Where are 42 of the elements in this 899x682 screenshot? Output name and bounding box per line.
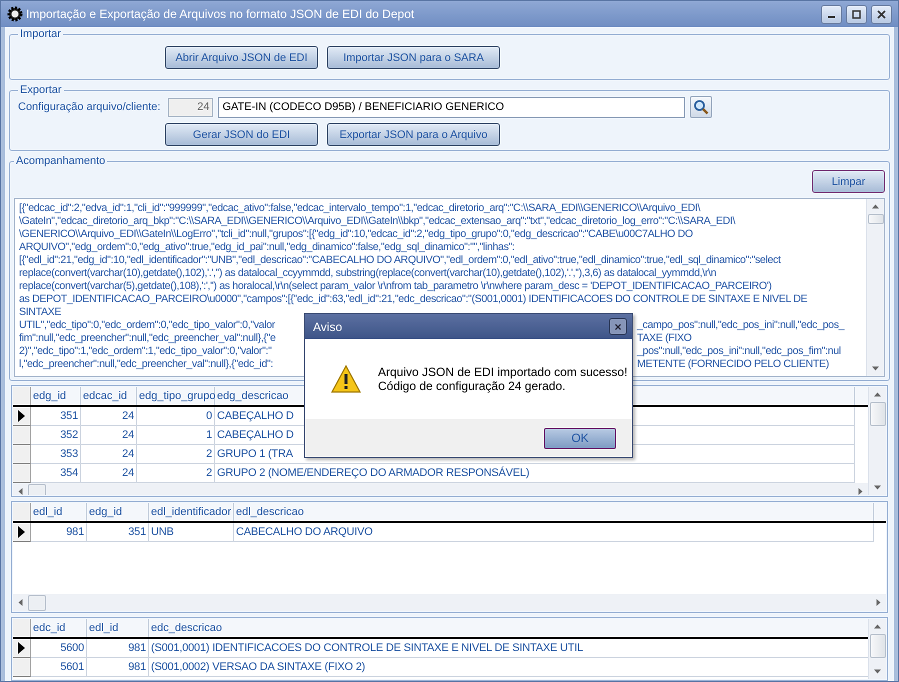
field-label: Configuração arquivo/cliente: (18, 101, 160, 113)
log-line: ARQUIVO","edg_ordem":0,"edg_ativo":true,"edg_id_pai":null,"edg_dinamico":false,"edg_sql_dinamico":"","linhas": (19, 241, 516, 254)
table-cell: 352 (31, 426, 81, 445)
table-cell: 2 (137, 445, 215, 464)
table-cell: 24 (81, 426, 137, 445)
group-title: Acompanhamento (15, 155, 106, 167)
table-cell: 0 (137, 407, 215, 426)
log-line: _campo_pos":null,"edc_pos_ini":null,"edc_pos_ (637, 319, 844, 332)
table-cell: 1 (137, 426, 215, 445)
table-cell: 981 (87, 658, 149, 677)
log-line: 2)","edc_tipo":1,"edc_ordem":1,"edc_tipo_valor":0,"valor":" (19, 345, 272, 358)
table-cell: CABECALHO DO ARQUIVO (234, 523, 874, 542)
table-cell: 24 (81, 407, 137, 426)
log-line: METENTE (FORNECIDO PELO CLIENTE) (637, 358, 829, 371)
log-line: TAXE (FIXO (637, 332, 692, 345)
log-line: _pos":null,"edc_pos_ini":null,"edc_pos_fim":nul (637, 345, 841, 358)
log-line: replace(convert(varchar(10),getdate(),102),'.','') as datalocal_ccyymmdd, substring(replace(convert(varchar(10),getdate(),102),'.',''),3,6) as datalocal_yymmdd,\r\n (19, 267, 718, 280)
table-cell: 353 (31, 445, 81, 464)
table-cell: 351 (31, 407, 81, 426)
log-line: fim":null,"edc_preencher":null,"edc_preencher_val":null},{"e (19, 332, 276, 345)
table-cell: 981 (31, 523, 87, 542)
log-line: SINTAXE (19, 306, 62, 319)
log-line: UTIL","edc_tipo":0,"edc_ordem":0,"edc_tipo_valor":0,"valor (19, 319, 275, 332)
log-line: \GENERICO\\Arquivo_EDI\\GateIn\\LogErro","tcli_id":null,"grupos":[{"edg_id":10,"edcac_id":2,"edg_tipo_grupo":0,"edg_descricao":"CABE\u00C7ALHO DO (19, 228, 694, 241)
table-cell: UNB (149, 523, 234, 542)
log-line: [{"edcac_id":2,"edva_id":1,"cli_id":"999999","edcac_ativo":false,"edcac_intervalo_tempo":1,"edcac_diretorio_arq":"C:\\SARA_EDI\\GENERICO\\Arquivo_EDI\ (19, 202, 702, 215)
log-line: [{"edl_id":21,"edg_id":10,"edl_identificador":"UNB","edl_descricao":"CABECALHO DO ARQUIVO","edl_ordem":0,"edl_ativo":true,"edl_dinamico":true,"edl_sql_dinamico":"select (19, 254, 782, 267)
table-cell: 981 (87, 639, 149, 658)
table-cell: 24 (81, 445, 137, 464)
dialog-message: Código de configuração 24 gerado. (378, 379, 566, 393)
log-line: as DEPOT_IDENTIFICACAO_PARCEIRO\u0000","campos":[{"edc_id":63,"edl_id":21,"edc_descricao":"(S001,0001) IDENTIFICACOES DO CONTROLE DE SINTAXE E NIVEL DE (19, 293, 808, 306)
table-cell: 351 (87, 523, 149, 542)
window-title: Importação e Exportação de Arquivos no formato JSON de EDI do Depot (26, 7, 414, 21)
log-line: replace(convert(varchar(5),getdate(),108),':','') as horalocal,\r\n(select param_valor \r\nfrom tab_parametro \r\nwhere param_desc = 'DEPOT_IDENTIFICACAO_PARCEIRO') (19, 280, 773, 293)
dialog-title: Aviso (313, 320, 342, 334)
log-line: \GateIn","edcac_diretorio_arq_bkp":"C:\\SARA_EDI\\GENERICO\\Arquivo_EDI\\GateIn\\bkp","edcac_extensao_arq":"txt","edcac_diretorio_log_erro":"C:\\SARA_EDI\ (19, 215, 736, 228)
table-cell: 5601 (31, 658, 87, 677)
dialog-message: Arquivo JSON de EDI importado com sucesso! (378, 365, 628, 379)
table-cell: 5600 (31, 639, 87, 658)
group-title: Importar (19, 28, 62, 40)
log-line: l,"edc_preencher":null,"edc_preencher_val":null},{"edc_id": (19, 358, 273, 371)
group-title: Exportar (19, 84, 63, 96)
